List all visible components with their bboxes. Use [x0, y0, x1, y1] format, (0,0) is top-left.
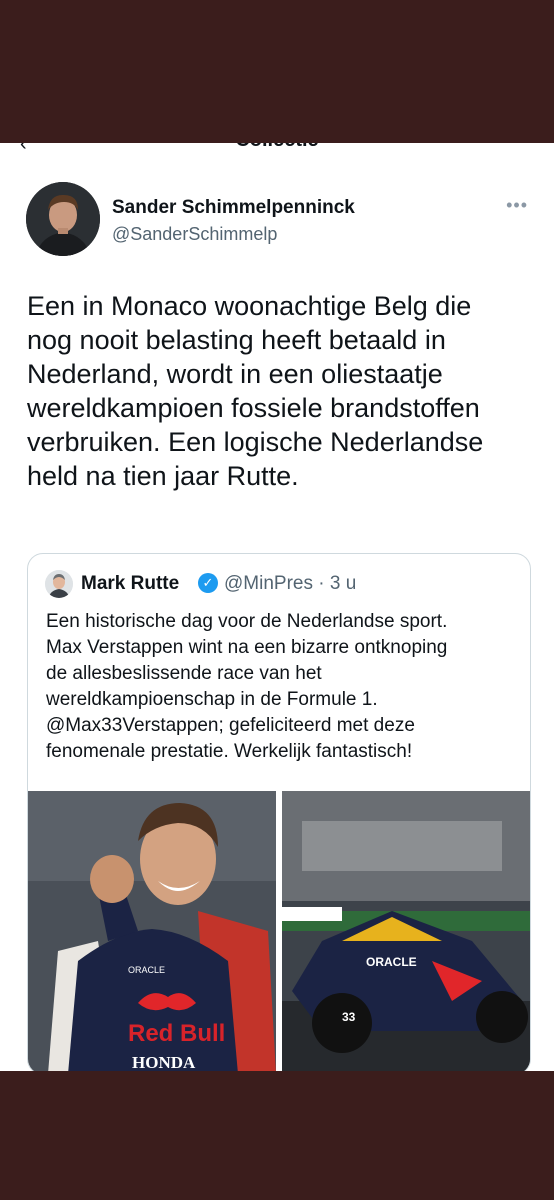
tweet-body: Een in Monaco woonachtige Belg die nog n… — [27, 289, 537, 493]
quote-line: Een historische dag voor de Nederlandse … — [46, 611, 448, 632]
quoted-tweet-body: Een historische dag voor de Nederlandse … — [46, 609, 516, 765]
quoted-author-name: Mark Rutte — [81, 573, 180, 594]
photo-verstappen-celebrating[interactable]: Red Bull HONDA ORACLE — [28, 791, 276, 1071]
quoted-handle-time: @MinPres · 3 u — [224, 573, 357, 594]
photo-right-oracle-text: ORACLE — [366, 955, 417, 969]
photo-left-oracle-text: ORACLE — [128, 965, 165, 975]
photo-red-bull-car[interactable]: ORACLE 33 — [282, 791, 530, 1071]
author-avatar[interactable] — [26, 182, 100, 256]
bottom-dark-border — [0, 1071, 554, 1200]
photo-left-sponsor-text: Red Bull — [128, 1020, 225, 1047]
author-handle[interactable]: @SanderSchimmelp — [112, 224, 277, 245]
tweet-screen: ‹ Collectie Sander Schimmelpenninck @San… — [0, 143, 554, 1071]
more-horizontal-icon[interactable]: ••• — [506, 195, 528, 216]
top-dark-border — [0, 0, 554, 143]
author-name[interactable]: Sander Schimmelpenninck — [112, 197, 355, 219]
header-title: Collectie — [0, 143, 554, 152]
quoted-tweet[interactable]: Mark Rutte ✓ @MinPres · 3 u Een historis… — [27, 553, 531, 1071]
quoted-author-avatar — [45, 570, 73, 598]
quote-line: de allesbeslissende race van het — [46, 663, 322, 684]
quote-line: @Max33Verstappen; gefeliciteerd met deze — [46, 715, 415, 736]
quote-line: Max Verstappen wint na een bizarre ontkn… — [46, 637, 448, 658]
tweet-line: nog nooit belasting heeft betaald in — [27, 325, 446, 355]
tweet-line: verbruiken. Een logische Nederlandse — [27, 427, 484, 457]
quote-line: fenomenale prestatie. Werkelijk fantasti… — [46, 741, 413, 762]
tweet-line: Nederland, wordt in een oliestaatje — [27, 359, 443, 389]
tweet-line: held na tien jaar Rutte. — [27, 461, 299, 491]
tweet-line: wereldkampioen fossiele brandstoffen — [27, 393, 480, 423]
photo-left-maker-text: HONDA — [132, 1053, 196, 1071]
quote-line: wereldkampioenschap in de Formule 1. — [46, 689, 378, 710]
photo-right-number-text: 33 — [342, 1010, 356, 1024]
tweet-line: Een in Monaco woonachtige Belg die — [27, 291, 472, 321]
verified-badge-icon: ✓ — [198, 573, 218, 593]
